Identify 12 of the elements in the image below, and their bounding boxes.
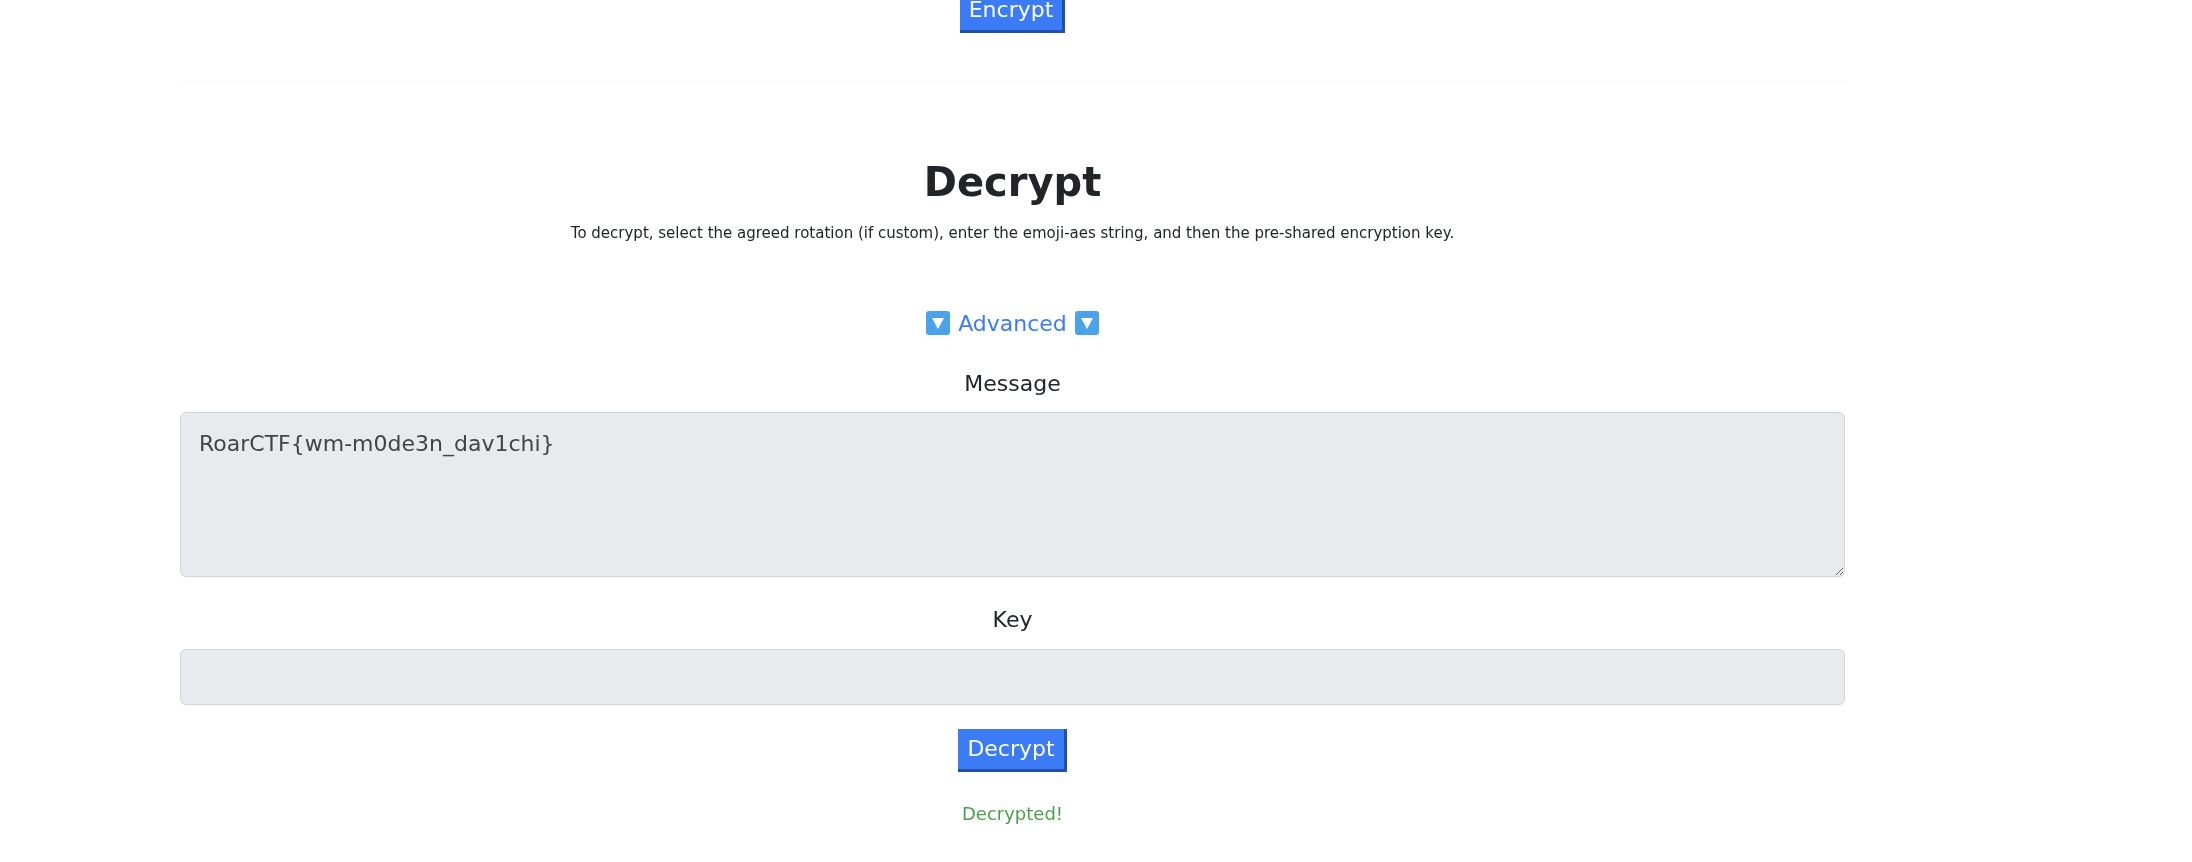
key-label: Key xyxy=(992,605,1033,634)
key-field[interactable] xyxy=(180,648,1845,705)
advanced-link[interactable]: Advanced xyxy=(958,306,1067,340)
triangle-down-icon xyxy=(1074,311,1099,335)
section-title: Decrypt xyxy=(922,158,1103,206)
status-message: Decrypted! xyxy=(961,802,1064,824)
message-label: Message xyxy=(964,369,1061,398)
description-text: To decrypt, select the agreed rotation (if custom), enter the emoji-aes string, and then the pre-shared encryption key. xyxy=(569,223,1456,244)
message-field[interactable]: RoarCTF{wm-m0de3n_dav1chi} xyxy=(180,411,1845,577)
decrypt-button[interactable]: Decrypt xyxy=(958,728,1067,772)
encrypt-button[interactable]: Encrypt xyxy=(959,0,1066,33)
triangle-down-icon xyxy=(926,311,951,335)
